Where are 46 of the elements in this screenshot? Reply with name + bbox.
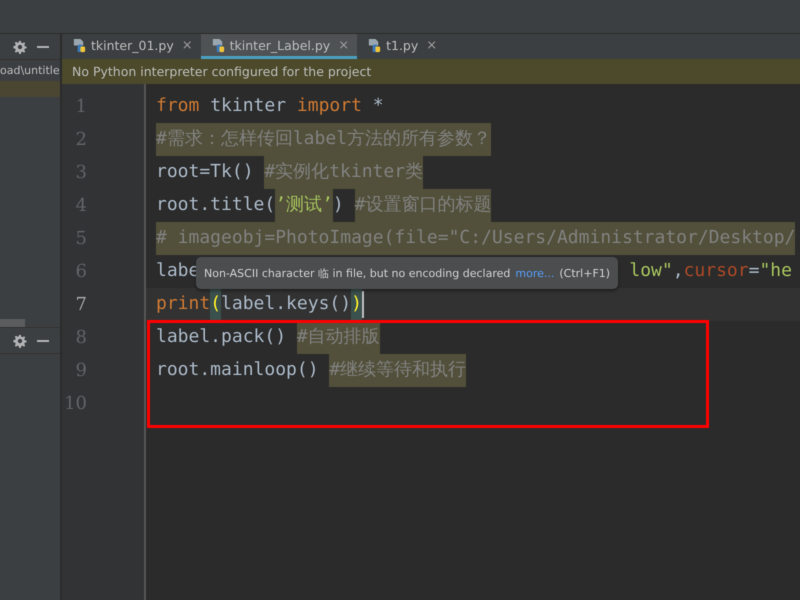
brace: ( [210, 288, 222, 321]
code-text: root=Tk() [156, 160, 255, 184]
file-tab[interactable]: tkinter_Label.py × [200, 34, 358, 59]
project-path[interactable]: oad\untitle [0, 60, 60, 81]
comment: #设置窗口的标题 [354, 189, 492, 222]
code-text: label.pack() [156, 325, 288, 349]
file-tab[interactable]: tkinter_01.py × [62, 34, 201, 59]
comment: # imageobj=PhotoImage(file="C:/Users/Administrator/Desktop/ [156, 222, 796, 255]
string-literal: low" [629, 259, 673, 283]
code-text: root.mainloop() [156, 358, 320, 382]
code-text: , [672, 259, 684, 283]
tooltip-text: Non-ASCII character 临 in file, but no encoding declared [204, 266, 510, 280]
comment: #实例化tkinter类 [264, 156, 424, 189]
minimize-icon[interactable] [37, 340, 49, 342]
code-text: ) [332, 193, 345, 217]
line-number: 7 [74, 293, 88, 317]
brace: ) [351, 288, 362, 321]
parameter-name: cursor [684, 259, 749, 283]
code-text: root.title( [156, 193, 276, 217]
string-literal: "he [759, 259, 792, 283]
keyword: from [156, 94, 200, 118]
close-icon[interactable]: × [426, 38, 438, 52]
close-icon[interactable]: × [182, 38, 193, 52]
comment: #需求：怎样传回label方法的所有参数？ [156, 123, 492, 156]
shortcut-hint: (Ctrl+F1) [559, 266, 610, 280]
string-literal: ’测试’ [275, 189, 333, 222]
warning-banner: No Python interpreter configured for the project [62, 59, 800, 84]
settings-icon[interactable] [13, 334, 27, 348]
minimize-icon[interactable] [37, 46, 49, 48]
code-text: = [748, 259, 760, 283]
builtin-name: print [156, 292, 210, 316]
scrollbar-thumb[interactable] [0, 319, 25, 327]
close-icon[interactable]: × [338, 38, 350, 52]
python-file-icon [72, 38, 87, 52]
settings-icon[interactable] [13, 40, 27, 54]
file-tab[interactable]: t1.py × [357, 34, 446, 59]
comment: #自动排版 [296, 321, 380, 354]
keyword: import [296, 94, 362, 118]
code-text: tkinter [209, 94, 288, 118]
comment: #继续等待和执行 [329, 354, 466, 387]
code-text: label.keys() [221, 292, 352, 316]
more-link[interactable]: more... [515, 266, 554, 280]
python-file-icon [210, 38, 226, 52]
python-file-icon [367, 38, 382, 52]
code-text: * [372, 94, 384, 118]
text-caret [362, 291, 364, 318]
